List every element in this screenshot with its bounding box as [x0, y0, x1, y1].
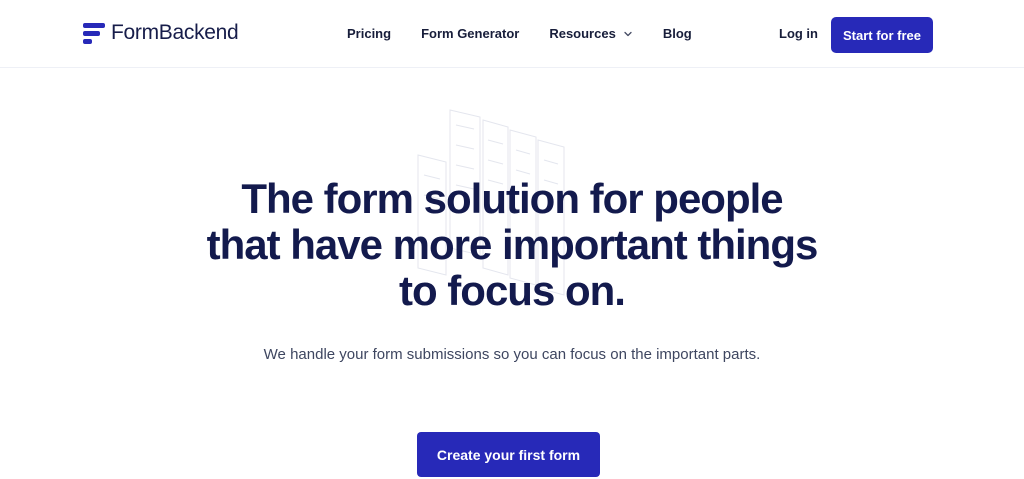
landing-page: FormBackend Pricing Form Generator Resou… — [0, 0, 1024, 479]
hero-title-line-1: The form solution for people — [241, 175, 783, 222]
nav-form-generator[interactable]: Form Generator — [421, 24, 519, 44]
hero-title-line-2: that have more important things — [206, 221, 819, 268]
chevron-down-icon — [624, 31, 632, 37]
login-link[interactable]: Log in — [779, 24, 818, 44]
main-nav: Pricing Form Generator Resources Blog — [347, 24, 692, 44]
logo-icon — [83, 22, 105, 44]
site-header: FormBackend Pricing Form Generator Resou… — [0, 0, 1024, 68]
hero-title: The form solution for people that have m… — [112, 176, 912, 314]
nav-blog[interactable]: Blog — [663, 24, 692, 44]
nav-pricing[interactable]: Pricing — [347, 24, 391, 44]
logo-link[interactable]: FormBackend — [83, 21, 239, 45]
start-for-free-button[interactable]: Start for free — [831, 17, 933, 53]
hero-title-line-3: to focus on. — [399, 267, 626, 314]
create-first-form-button[interactable]: Create your first form — [417, 432, 600, 477]
hero-subtitle: We handle your form submissions so you c… — [263, 346, 761, 363]
logo-text: FormBackend — [111, 21, 239, 44]
nav-resources[interactable]: Resources — [549, 24, 632, 44]
nav-resources-label: Resources — [549, 26, 616, 41]
